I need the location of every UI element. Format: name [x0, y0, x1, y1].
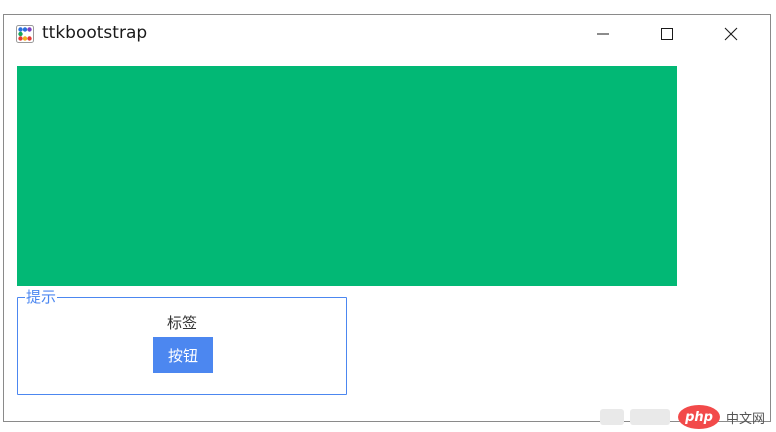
frame-button[interactable]: 按钮: [153, 337, 213, 373]
title-bar[interactable]: ttkbootstrap: [4, 15, 770, 53]
window-title: ttkbootstrap: [42, 23, 148, 43]
app-window: ttkbootstrap 提示 标签 按钮 php 中文网: [3, 14, 771, 429]
site-watermark: php 中文网: [600, 403, 776, 431]
minimize-button[interactable]: [580, 15, 626, 53]
close-icon: [724, 27, 738, 41]
frame-label: 标签: [166, 314, 197, 332]
ttkbootstrap-icon: [16, 25, 34, 43]
maximize-button[interactable]: [644, 15, 690, 53]
php-logo: php: [678, 405, 720, 429]
watermark-text: 中文网: [726, 412, 766, 427]
maximize-icon: [661, 28, 673, 40]
labelframe-title: 提示: [25, 288, 58, 306]
watermark-blur: [600, 409, 624, 425]
green-canvas: [17, 66, 677, 286]
hint-labelframe: 提示 标签 按钮: [17, 288, 347, 395]
minimize-icon: [597, 33, 609, 35]
watermark-blur: [630, 409, 670, 425]
close-button[interactable]: [708, 15, 754, 53]
background-strip: [0, 0, 776, 14]
